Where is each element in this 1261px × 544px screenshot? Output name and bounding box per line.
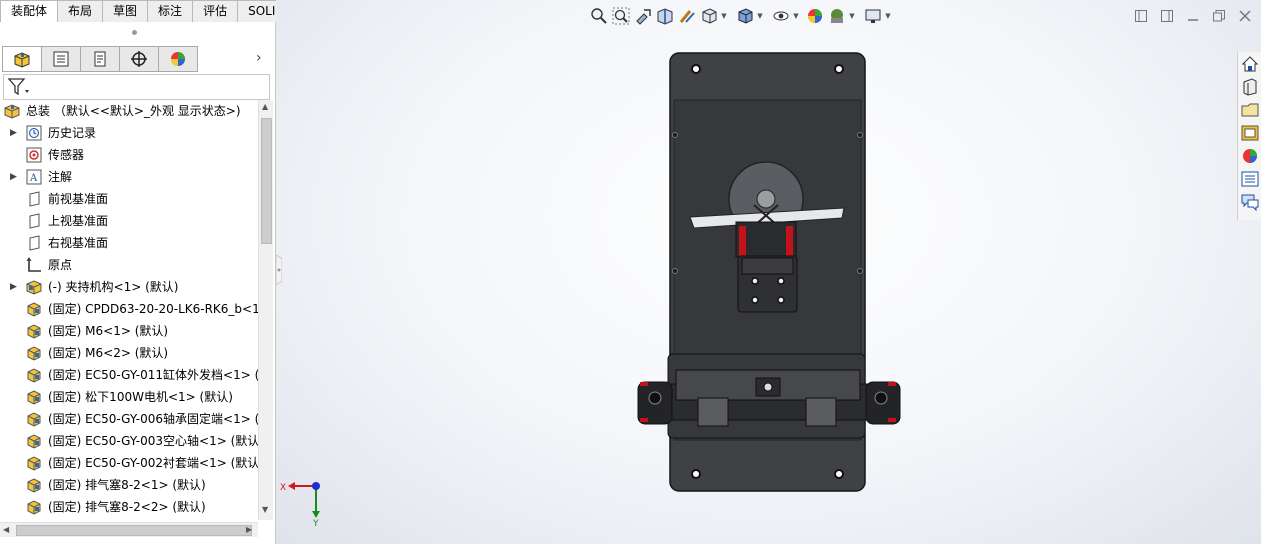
- tree-item-label: (固定) M6<1> (默认): [48, 324, 169, 338]
- triad-y-label: Y: [312, 519, 319, 529]
- plane-icon: [26, 191, 43, 207]
- command-tab[interactable]: 装配体: [0, 0, 59, 23]
- feature-manager-panel: › 总装 （默认<<默认>_外观 显示状态>) ▶ 历史记录传感器 ▶ A 注解前视基准面…: [0, 22, 276, 544]
- appearances-icon[interactable]: [1240, 146, 1260, 166]
- part-icon: [26, 389, 43, 405]
- filter-icon: [8, 78, 29, 96]
- design-library-icon[interactable]: [1240, 77, 1260, 97]
- part-icon: [26, 411, 43, 427]
- expand-arrow-icon[interactable]: ▶: [10, 276, 20, 298]
- file-explorer-icon[interactable]: [1240, 100, 1260, 120]
- display-manager-tab[interactable]: [159, 46, 198, 72]
- tree-item-label: (固定) M6<2> (默认): [48, 346, 169, 360]
- tree-item-label: 总装 （默认<<默认>_外观 显示状态>): [26, 104, 241, 118]
- propertymanager-tab[interactable]: [42, 46, 81, 72]
- tree-item-label: (固定) 松下100W电机<1> (默认): [48, 390, 233, 404]
- command-manager-bar: 装配体布局草图标注评估SOLIDWORKS 插件MBD: [0, 0, 418, 23]
- triad-x-label: X: [280, 483, 286, 493]
- panel-splitter-handle[interactable]: [275, 254, 283, 286]
- sensor-icon: [26, 147, 43, 163]
- reference-triad: X Y: [280, 482, 320, 529]
- solidworks-resources-icon[interactable]: [1240, 54, 1260, 74]
- featuremanager-tab[interactable]: [2, 46, 42, 72]
- red-bracket-left: [739, 226, 746, 256]
- command-tab[interactable]: 布局: [58, 0, 104, 23]
- tree-item-label: 前视基准面: [48, 192, 109, 206]
- task-pane: [1237, 52, 1261, 220]
- forum-icon[interactable]: [1240, 192, 1260, 212]
- expand-arrow-icon[interactable]: ▶: [10, 122, 20, 144]
- tree-vertical-scroll-thumb[interactable]: [261, 118, 272, 244]
- tree-item-label: 右视基准面: [48, 236, 109, 250]
- tree-vertical-scrollbar[interactable]: ▲ ▼: [258, 100, 273, 520]
- property-manager-icon: [53, 51, 69, 67]
- tree-filter-box[interactable]: [3, 74, 270, 100]
- tree-item-label: (固定) EC50-GY-011缸体外发档<1> (: [48, 368, 258, 382]
- assembly-model[interactable]: [276, 0, 1261, 544]
- dimxpert-tab[interactable]: [120, 46, 159, 72]
- history-icon: [26, 125, 43, 141]
- part-icon: [26, 477, 43, 493]
- annotation-icon: A: [26, 169, 43, 185]
- assembly-icon: [4, 103, 21, 119]
- motor-hub: [756, 189, 776, 209]
- tree-item-label: 上视基准面: [48, 214, 109, 228]
- subassembly-icon: [26, 279, 43, 295]
- tree-item-label: (固定) EC50-GY-006轴承固定端<1> (: [48, 412, 258, 426]
- feature-tree-icon: [14, 52, 30, 68]
- red-bracket-right: [786, 226, 793, 256]
- panel-tabs: [2, 46, 198, 72]
- tree-item-label: (固定) CPDD63-20-20-LK6-RK6_b<1: [48, 302, 258, 316]
- part-icon: [26, 301, 43, 317]
- plane-icon: [26, 213, 43, 229]
- part-icon: [26, 499, 43, 515]
- tree-item-label: 注解: [48, 170, 73, 184]
- crosshair-icon: [131, 51, 147, 67]
- part-icon: [26, 323, 43, 339]
- tree-item-label: (固定) EC50-GY-002衬套端<1> (默认): [48, 456, 258, 470]
- tree-item-label: 原点: [48, 258, 73, 272]
- svg-text:A: A: [29, 173, 38, 184]
- expand-arrow-icon[interactable]: ▶: [10, 166, 20, 188]
- configuration-icon: [94, 51, 106, 67]
- command-tab[interactable]: 草图: [103, 0, 149, 23]
- graphics-area[interactable]: ▼ ▼ ▼ ▼ ▼ X Y: [276, 0, 1261, 544]
- part-icon: [26, 433, 43, 449]
- configurationmanager-tab[interactable]: [81, 46, 120, 72]
- plane-icon: [26, 235, 43, 251]
- part-icon: [26, 455, 43, 471]
- tree-horizontal-scroll-thumb[interactable]: [16, 525, 252, 536]
- panel-grip[interactable]: [132, 30, 137, 35]
- tree-item-label: 传感器: [48, 148, 85, 162]
- feature-tree: 总装 （默认<<默认>_外观 显示状态>) ▶ 历史记录传感器 ▶ A 注解前视基准面上视…: [0, 100, 258, 520]
- tree-item-label: (固定) EC50-GY-003空心轴<1> (默认): [48, 434, 258, 448]
- tree-item-label: (固定) 排气塞8-2<2> (默认): [48, 500, 206, 514]
- tree-item-label: 历史记录: [48, 126, 97, 140]
- command-tab[interactable]: 标注: [148, 0, 194, 23]
- z-axis-dot: [312, 482, 320, 490]
- origin-icon: [26, 257, 43, 273]
- appearance-icon: [171, 52, 185, 66]
- part-icon: [26, 345, 43, 361]
- tree-item-label: (固定) 排气塞8-2<1> (默认): [48, 478, 206, 492]
- command-tab[interactable]: 评估: [193, 0, 239, 23]
- custom-properties-icon[interactable]: [1240, 169, 1260, 189]
- part-icon: [26, 367, 43, 383]
- panel-scroll-right-icon[interactable]: ›: [256, 50, 268, 66]
- view-palette-icon[interactable]: [1240, 123, 1260, 143]
- tree-horizontal-scrollbar[interactable]: ◀ ▶: [0, 522, 258, 537]
- tree-item-label: (-) 夹持机构<1> (默认): [48, 280, 179, 294]
